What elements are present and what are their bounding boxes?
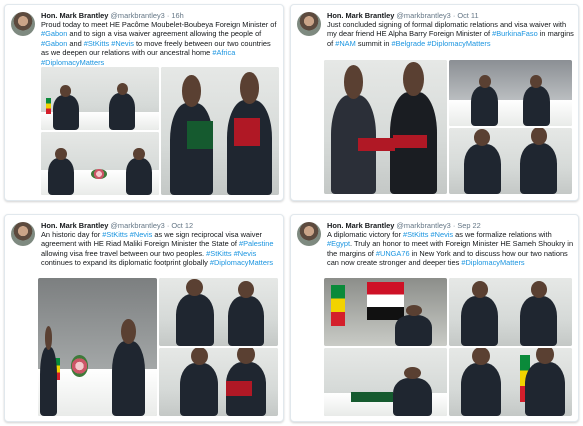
author-handle[interactable]: @markbrantley3 bbox=[110, 11, 164, 20]
tweet-photo[interactable] bbox=[159, 348, 278, 416]
tweet-time[interactable]: · Oct 12 bbox=[167, 221, 193, 230]
tweet-header: Hon. Mark Brantley @markbrantley3 · Sep … bbox=[327, 221, 574, 230]
tweet-photo[interactable] bbox=[324, 348, 447, 416]
photo-grid bbox=[41, 67, 279, 195]
photo-grid bbox=[38, 278, 278, 416]
hashtag-link[interactable]: #StKitts bbox=[403, 230, 428, 239]
tweet-text-run: summit in bbox=[355, 38, 392, 48]
tweet-text: A diplomatic victory for #StKitts #Nevis… bbox=[327, 230, 574, 268]
avatar[interactable] bbox=[11, 12, 35, 36]
tweet-photo[interactable] bbox=[449, 348, 572, 416]
tweet-text-run: A diplomatic victory for bbox=[327, 230, 403, 239]
tweet-photo[interactable] bbox=[41, 132, 159, 195]
photo-grid bbox=[324, 60, 572, 194]
hashtag-link[interactable]: #Egypt bbox=[327, 239, 350, 248]
hashtag-link[interactable]: #DiplomacyMatters bbox=[41, 58, 104, 67]
author-name[interactable]: Hon. Mark Brantley bbox=[41, 11, 108, 20]
hashtag-link[interactable]: #StKitts bbox=[102, 230, 127, 239]
hashtag-link[interactable]: #Palestine bbox=[239, 239, 274, 248]
hashtag-link[interactable]: #Gabon bbox=[41, 29, 67, 38]
tweet-photo[interactable] bbox=[449, 60, 572, 126]
avatar[interactable] bbox=[297, 222, 321, 246]
hashtag-link[interactable]: #DiplomacyMatters bbox=[427, 39, 490, 48]
tweet-time[interactable]: · Oct 11 bbox=[453, 11, 479, 20]
hashtag-link[interactable]: #DiplomacyMatters bbox=[461, 258, 524, 267]
author-handle[interactable]: @markbrantley3 bbox=[396, 11, 450, 20]
hashtag-link[interactable]: #BurkinaFaso bbox=[492, 29, 538, 38]
tweet-text: Just concluded signing of formal diploma… bbox=[327, 20, 574, 48]
tweet-card-egypt[interactable]: Hon. Mark Brantley @markbrantley3 · Sep … bbox=[290, 214, 579, 422]
tweet-card-burkina-faso[interactable]: Hon. Mark Brantley @markbrantley3 · Oct … bbox=[290, 4, 579, 201]
tweet-time[interactable]: · 16h bbox=[167, 11, 184, 20]
tweet-photo[interactable] bbox=[449, 128, 572, 194]
hashtag-link[interactable]: #Belgrade bbox=[392, 39, 426, 48]
tweet-text-run: as we formalize relations with bbox=[453, 230, 554, 239]
hashtag-link[interactable]: #UNGA76 bbox=[376, 249, 410, 258]
tweet-photo[interactable] bbox=[324, 60, 447, 194]
tweet-photo[interactable] bbox=[161, 67, 279, 195]
hashtag-link[interactable]: #Nevis bbox=[130, 230, 153, 239]
tweet-photo[interactable] bbox=[324, 278, 447, 346]
tweet-text-run: Proud today to meet HE Pacôme Moubelet-B… bbox=[41, 20, 279, 29]
author-name[interactable]: Hon. Mark Brantley bbox=[327, 221, 394, 230]
author-name[interactable]: Hon. Mark Brantley bbox=[327, 11, 394, 20]
tweet-photo[interactable] bbox=[449, 278, 572, 346]
hashtag-link[interactable]: #Gabon bbox=[41, 39, 67, 48]
author-handle[interactable]: @markbrantley3 bbox=[110, 221, 164, 230]
hashtag-link[interactable]: #Nevis bbox=[431, 230, 454, 239]
tweet-text-run: An historic day for bbox=[41, 230, 103, 239]
tweet-header: Hon. Mark Brantley @markbrantley3 · 16h bbox=[41, 11, 279, 20]
hashtag-link[interactable]: #Nevis bbox=[234, 249, 257, 258]
tweet-card-palestine[interactable]: Hon. Mark Brantley @markbrantley3 · Oct … bbox=[4, 214, 284, 422]
tweet-text: Proud today to meet HE Pacôme Moubelet-B… bbox=[41, 20, 279, 67]
author-handle[interactable]: @markbrantley3 bbox=[396, 221, 450, 230]
hashtag-link[interactable]: #Africa bbox=[212, 48, 235, 57]
tweet-time[interactable]: · Sep 22 bbox=[453, 221, 481, 230]
tweet-text-run: and bbox=[67, 38, 84, 48]
hashtag-link[interactable]: #NAM bbox=[335, 39, 356, 48]
tweet-text-run: and to sign a visa waiver agreement allo… bbox=[67, 29, 264, 39]
tweet-photo[interactable] bbox=[159, 278, 278, 346]
avatar[interactable] bbox=[297, 12, 321, 36]
tweet-text: An historic day for #StKitts #Nevis as w… bbox=[41, 230, 279, 268]
hashtag-link[interactable]: #StKitts bbox=[206, 249, 231, 258]
author-name[interactable]: Hon. Mark Brantley bbox=[41, 221, 108, 230]
photo-grid bbox=[324, 278, 572, 416]
hashtag-link[interactable]: #DiplomacyMatters bbox=[210, 258, 273, 267]
hashtag-link[interactable]: #Nevis bbox=[111, 39, 134, 48]
hashtag-link[interactable]: #StKitts bbox=[84, 39, 109, 48]
tweet-header: Hon. Mark Brantley @markbrantley3 · Oct … bbox=[327, 11, 574, 20]
tweet-header: Hon. Mark Brantley @markbrantley3 · Oct … bbox=[41, 221, 279, 230]
avatar[interactable] bbox=[11, 222, 35, 246]
tweet-text-run bbox=[235, 48, 237, 57]
tweet-card-gabon[interactable]: Hon. Mark Brantley @markbrantley3 · 16h … bbox=[4, 4, 284, 201]
tweet-photo[interactable] bbox=[41, 67, 159, 130]
tweet-photo[interactable] bbox=[38, 278, 157, 416]
